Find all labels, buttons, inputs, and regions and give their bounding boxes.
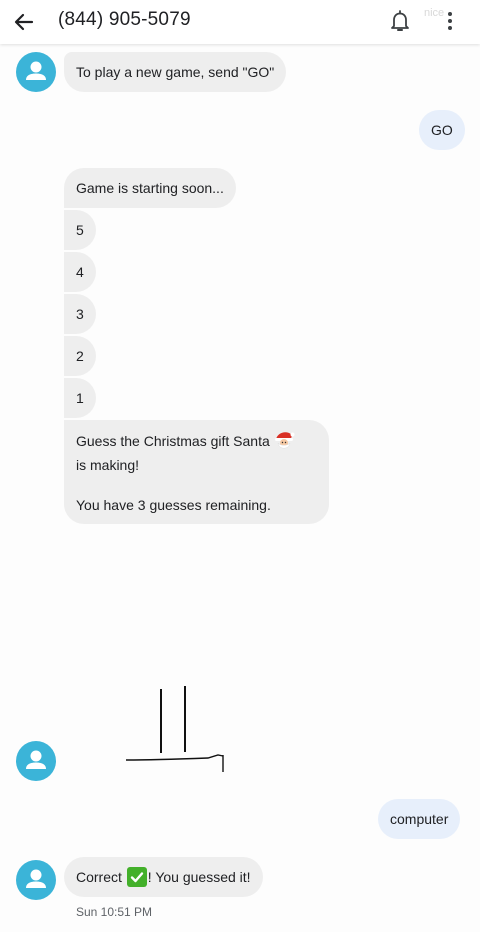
contact-avatar[interactable] xyxy=(16,52,56,92)
sketch-image[interactable] xyxy=(120,680,240,780)
countdown-message[interactable]: 4 xyxy=(64,252,96,292)
contact-avatar[interactable] xyxy=(16,741,56,781)
countdown-message[interactable]: 1 xyxy=(64,378,96,418)
conversation-title: (844) 905-5079 xyxy=(58,9,191,30)
app-bar: (844) 905-5079 nice xyxy=(0,0,480,44)
check-mark-emoji-icon xyxy=(126,867,147,887)
message-text: Correct xyxy=(76,869,122,885)
incoming-message[interactable]: Game is starting soon... xyxy=(64,168,236,208)
notification-bell-icon[interactable] xyxy=(388,8,412,34)
more-vert-icon[interactable] xyxy=(440,8,460,34)
countdown-message[interactable]: 2 xyxy=(64,336,96,376)
countdown-message[interactable]: 5 xyxy=(64,210,96,250)
message-timestamp: Sun 10:51 PM xyxy=(76,905,153,919)
person-icon xyxy=(26,61,46,80)
incoming-message[interactable]: Correct ! You guessed it! xyxy=(64,857,263,897)
message-text: ! You guessed it! xyxy=(147,869,251,885)
outgoing-message[interactable]: GO xyxy=(419,110,465,150)
countdown-message[interactable]: 3 xyxy=(64,294,96,334)
message-text: You have 3 guesses remaining. xyxy=(76,497,271,513)
message-text: is making! xyxy=(76,457,140,473)
message-text: Guess the Christmas gift Santa xyxy=(76,433,270,449)
santa-emoji-icon xyxy=(274,432,295,449)
incoming-message[interactable]: To play a new game, send "GO" xyxy=(64,52,287,92)
outgoing-message[interactable]: computer xyxy=(378,799,461,839)
person-icon xyxy=(26,750,46,769)
person-icon xyxy=(26,869,46,888)
contact-avatar[interactable] xyxy=(16,860,56,900)
incoming-message[interactable]: Guess the Christmas gift Santa is making… xyxy=(64,420,329,524)
back-arrow-icon[interactable] xyxy=(10,8,38,36)
